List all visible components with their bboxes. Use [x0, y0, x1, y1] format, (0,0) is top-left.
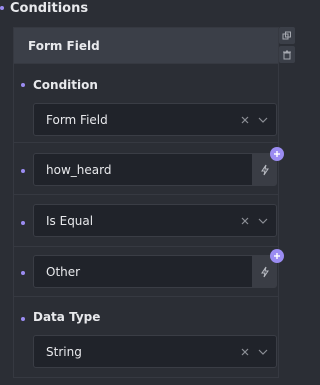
close-icon[interactable] — [240, 115, 250, 125]
duplicate-icon — [282, 31, 291, 39]
plus-icon — [274, 151, 280, 157]
chevron-down-icon[interactable] — [258, 115, 268, 125]
condition-label: Condition — [33, 78, 98, 92]
panel-header-title: Form Field — [28, 38, 100, 53]
select-controls — [240, 104, 268, 135]
bullet-dot — [21, 271, 25, 275]
bullet-dot — [21, 169, 25, 173]
trash-icon — [283, 50, 291, 59]
close-icon[interactable] — [240, 216, 250, 226]
chevron-down-icon[interactable] — [258, 216, 268, 226]
panel-actions — [279, 27, 295, 63]
duplicate-button[interactable] — [279, 27, 295, 44]
condition-select[interactable]: Form Field — [33, 103, 277, 136]
field-name-value: how_heard — [46, 162, 112, 177]
data-type-label: Data Type — [33, 310, 101, 324]
bullet-dot — [0, 6, 4, 10]
lightning-icon — [261, 164, 269, 175]
condition-select-value: Form Field — [46, 112, 108, 127]
bullet-dot — [21, 317, 25, 321]
lightning-icon — [261, 266, 269, 277]
operator-select[interactable]: Is Equal — [33, 204, 277, 237]
add-button[interactable] — [270, 249, 284, 263]
section-title-text: Conditions — [10, 0, 89, 16]
data-type-select-value: String — [46, 344, 82, 359]
plus-icon — [274, 253, 280, 259]
field-name-input[interactable]: how_heard — [33, 153, 253, 186]
select-controls — [240, 336, 268, 367]
select-controls — [240, 205, 268, 236]
panel-header[interactable]: Form Field — [14, 28, 278, 64]
close-icon[interactable] — [240, 347, 250, 357]
data-type-select[interactable]: String — [33, 335, 277, 368]
operator-select-value: Is Equal — [46, 213, 94, 228]
bullet-dot — [21, 83, 25, 87]
bullet-dot — [21, 221, 25, 225]
add-button[interactable] — [270, 147, 284, 161]
compare-value-text: Other — [46, 264, 81, 279]
chevron-down-icon[interactable] — [258, 347, 268, 357]
compare-value-input[interactable]: Other — [33, 255, 253, 288]
section-title: Conditions — [0, 0, 88, 16]
conditions-editor: Conditions Form Field Condition Form Fie… — [0, 0, 297, 385]
delete-button[interactable] — [279, 46, 295, 63]
